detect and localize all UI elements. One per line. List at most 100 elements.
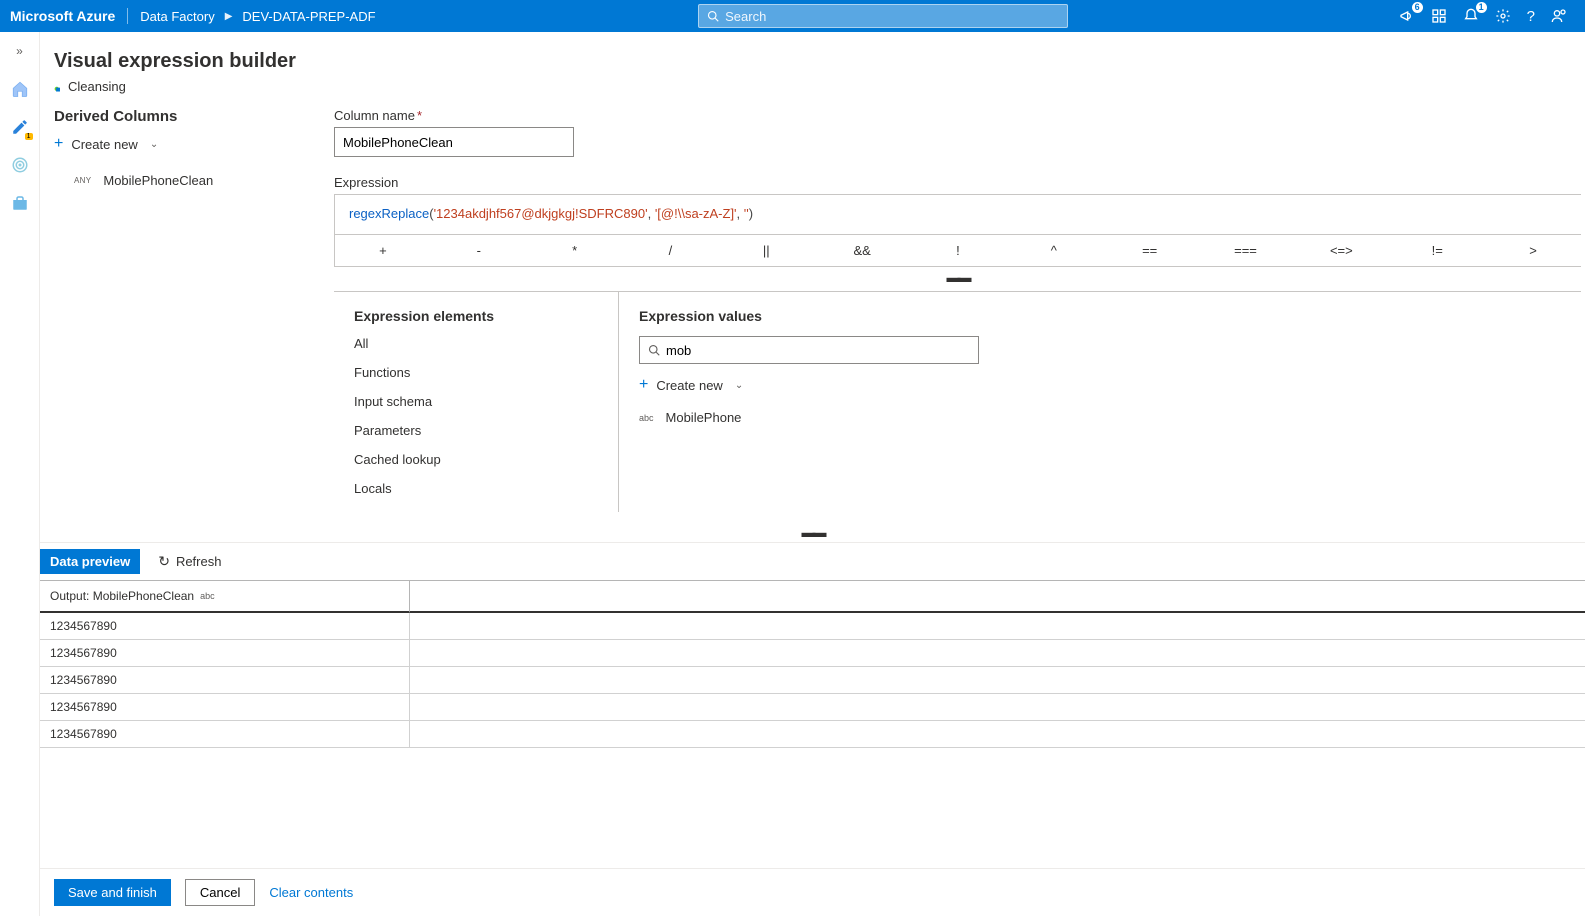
expr-paren-close: ) xyxy=(749,206,753,221)
expression-element-item[interactable]: Input schema xyxy=(354,394,598,409)
announce-badge: 6 xyxy=(1412,2,1423,13)
step-icon xyxy=(54,82,64,92)
create-new-column[interactable]: + Create new ⌄ xyxy=(54,135,304,153)
operator-button[interactable]: ^ xyxy=(1006,235,1102,266)
expand-rail-icon[interactable]: » xyxy=(9,40,31,62)
operator-button[interactable]: && xyxy=(814,235,910,266)
monitor-icon[interactable] xyxy=(9,154,31,176)
global-search[interactable] xyxy=(698,4,1068,28)
expr-arg1: '1234akdjhf567@dkjgkgj!SDFRC890' xyxy=(434,206,648,221)
search-icon xyxy=(707,10,719,22)
expression-element-item[interactable]: Functions xyxy=(354,365,598,380)
table-row[interactable]: 1234567890 xyxy=(40,694,1585,721)
operator-button[interactable]: - xyxy=(431,235,527,266)
author-badge: 1 xyxy=(25,133,33,140)
breadcrumb: Data Factory ▶ DEV-DATA-PREP-ADF xyxy=(140,9,375,24)
operator-button[interactable]: != xyxy=(1389,235,1485,266)
bell-badge: 1 xyxy=(1476,2,1487,13)
table-cell: 1234567890 xyxy=(40,640,410,666)
type-badge: abc xyxy=(200,591,215,601)
gear-icon[interactable] xyxy=(1495,8,1511,24)
top-bar: Microsoft Azure Data Factory ▶ DEV-DATA-… xyxy=(0,0,1585,32)
expression-element-item[interactable]: All xyxy=(354,336,598,351)
values-search[interactable] xyxy=(639,336,979,364)
step-name: Cleansing xyxy=(68,79,126,94)
expr-arg2: '[@!\\sa-zA-Z]' xyxy=(655,206,737,221)
operator-button[interactable]: == xyxy=(1102,235,1198,266)
bell-icon[interactable]: 1 xyxy=(1463,8,1479,24)
operator-button[interactable]: / xyxy=(623,235,719,266)
directory-icon[interactable] xyxy=(1431,8,1447,24)
top-icons: 6 1 ? xyxy=(1391,8,1575,25)
type-badge: abc xyxy=(639,413,654,423)
output-column-label: Output: MobilePhoneClean xyxy=(50,589,194,603)
left-rail: » 1 xyxy=(0,32,40,916)
table-cell: 1234567890 xyxy=(40,667,410,693)
refresh-button[interactable]: ↻ Refresh xyxy=(158,553,221,570)
expression-editor[interactable]: regexReplace('1234akdjhf567@dkjgkgj!SDFR… xyxy=(334,194,1581,235)
table-cell-spacer xyxy=(410,613,1585,639)
column-name-input[interactable] xyxy=(334,127,574,157)
table-row[interactable]: 1234567890 xyxy=(40,721,1585,748)
main: Visual expression builder Cleansing Deri… xyxy=(40,32,1585,916)
values-search-input[interactable] xyxy=(666,343,970,358)
expression-element-item[interactable]: Parameters xyxy=(354,423,598,438)
value-result-item[interactable]: abc MobilePhone xyxy=(639,404,979,431)
grid-header-cell[interactable]: Output: MobilePhoneClean abc xyxy=(40,581,410,613)
expression-element-item[interactable]: Locals xyxy=(354,481,598,496)
search-input[interactable] xyxy=(725,9,1059,24)
required-mark: * xyxy=(417,108,422,123)
create-new-label: Create new xyxy=(71,137,137,152)
table-cell-spacer xyxy=(410,694,1585,720)
table-cell: 1234567890 xyxy=(40,694,410,720)
helper-panels: Expression elements AllFunctionsInput sc… xyxy=(334,291,1581,512)
chevron-down-icon: ⌄ xyxy=(150,139,158,150)
help-icon[interactable]: ? xyxy=(1527,8,1535,25)
home-icon[interactable] xyxy=(9,78,31,100)
plus-icon: + xyxy=(54,135,63,153)
save-button[interactable]: Save and finish xyxy=(54,879,171,906)
preview-toolbar: Data preview ↻ Refresh xyxy=(40,542,1585,580)
create-new-value[interactable]: + Create new ⌄ xyxy=(639,376,979,394)
refresh-icon: ↻ xyxy=(158,553,170,570)
expression-elements-pane: Expression elements AllFunctionsInput sc… xyxy=(334,292,619,512)
breadcrumb-item[interactable]: Data Factory xyxy=(140,9,214,24)
derived-column-item[interactable]: ANY MobilePhoneClean xyxy=(54,169,304,192)
chevron-down-icon: ⌄ xyxy=(735,380,743,391)
column-name-text: Column name xyxy=(334,108,415,123)
panel-resize-grip-icon[interactable]: ▬▬ xyxy=(40,522,1585,542)
expression-element-item[interactable]: Cached lookup xyxy=(354,452,598,467)
table-cell: 1234567890 xyxy=(40,721,410,747)
manage-icon[interactable] xyxy=(9,192,31,214)
operator-button[interactable]: ! xyxy=(910,235,1006,266)
feedback-icon[interactable] xyxy=(1551,8,1567,24)
author-icon[interactable]: 1 xyxy=(9,116,31,138)
expression-label: Expression xyxy=(334,175,1581,190)
clear-contents-link[interactable]: Clear contents xyxy=(269,885,353,900)
operator-button[interactable]: <=> xyxy=(1293,235,1389,266)
chevron-right-icon: ▶ xyxy=(225,11,233,22)
brand: Microsoft Azure xyxy=(10,8,128,24)
tab-data-preview[interactable]: Data preview xyxy=(40,549,140,574)
resize-grip-icon[interactable]: ▬▬ xyxy=(334,267,1581,287)
refresh-label: Refresh xyxy=(176,554,222,569)
derived-columns-heading: Derived Columns xyxy=(54,108,304,125)
table-cell: 1234567890 xyxy=(40,613,410,639)
plus-icon: + xyxy=(639,376,648,394)
table-row[interactable]: 1234567890 xyxy=(40,667,1585,694)
column-name-label: Column name* xyxy=(334,108,1581,123)
operator-button[interactable]: * xyxy=(527,235,623,266)
announce-icon[interactable]: 6 xyxy=(1399,8,1415,24)
breadcrumb-item[interactable]: DEV-DATA-PREP-ADF xyxy=(242,9,375,24)
table-row[interactable]: 1234567890 xyxy=(40,613,1585,640)
operator-button[interactable]: || xyxy=(718,235,814,266)
operator-button[interactable]: > xyxy=(1485,235,1581,266)
operator-button[interactable]: === xyxy=(1198,235,1294,266)
table-row[interactable]: 1234567890 xyxy=(40,640,1585,667)
derived-columns-panel: Derived Columns + Create new ⌄ ANY Mobil… xyxy=(54,108,304,512)
operator-button[interactable]: + xyxy=(335,235,431,266)
cancel-button[interactable]: Cancel xyxy=(185,879,255,906)
footer: Save and finish Cancel Clear contents xyxy=(40,868,1585,916)
expression-values-heading: Expression values xyxy=(639,308,979,324)
column-item-name: MobilePhoneClean xyxy=(103,173,213,188)
